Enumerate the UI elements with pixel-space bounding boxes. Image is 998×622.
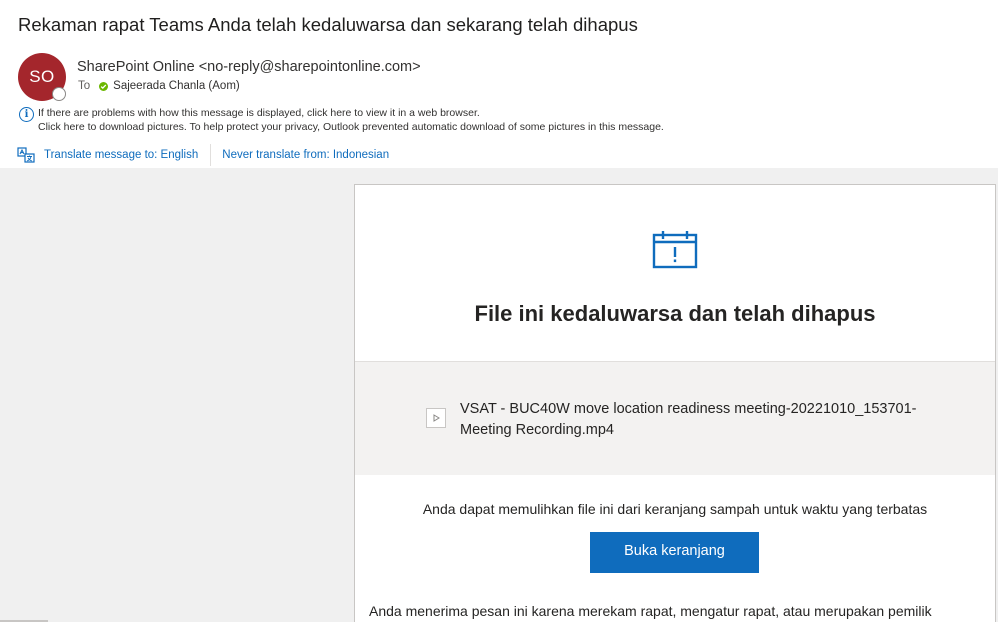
card-title: File ini kedaluwarsa dan telah dihapus (474, 301, 876, 326)
to-label: To (78, 80, 91, 92)
restore-text: Anda dapat memulihkan file ini dari kera… (422, 501, 928, 517)
info-bar: i If there are problems with how this me… (19, 106, 664, 134)
translate-message-link[interactable]: Translate message to: English (44, 149, 198, 161)
presence-status-icon (52, 87, 66, 101)
view-in-browser-link[interactable]: If there are problems with how this mess… (38, 106, 664, 120)
file-name: VSAT - BUC40W move location readiness me… (460, 401, 917, 438)
translate-bar: Translate message to: English Never tran… (17, 144, 389, 166)
sender-name[interactable]: SharePoint Online <no-reply@sharepointon… (77, 59, 421, 75)
recipient-row: To Sajeerada Chanla (Aom) (78, 80, 240, 92)
reason-text: Anda menerima pesan ini karena merekam r… (369, 603, 932, 619)
available-check-icon (99, 81, 109, 91)
recipient-name[interactable]: Sajeerada Chanla (Aom) (113, 80, 240, 92)
translate-separator (210, 144, 212, 166)
info-icon: i (19, 107, 34, 122)
translate-icon (17, 147, 35, 163)
notification-card: File ini kedaluwarsa dan telah dihapus V… (354, 184, 996, 622)
open-recycle-bin-button[interactable]: Buka keranjang (590, 532, 759, 573)
never-translate-link[interactable]: Never translate from: Indonesian (222, 149, 389, 161)
file-info-box: VSAT - BUC40W move location readiness me… (355, 362, 995, 475)
video-file-icon (426, 408, 446, 428)
message-subject: Rekaman rapat Teams Anda telah kedaluwar… (18, 14, 638, 35)
download-pictures-link[interactable]: Click here to download pictures. To help… (38, 120, 664, 134)
calendar-alert-icon (652, 231, 698, 269)
